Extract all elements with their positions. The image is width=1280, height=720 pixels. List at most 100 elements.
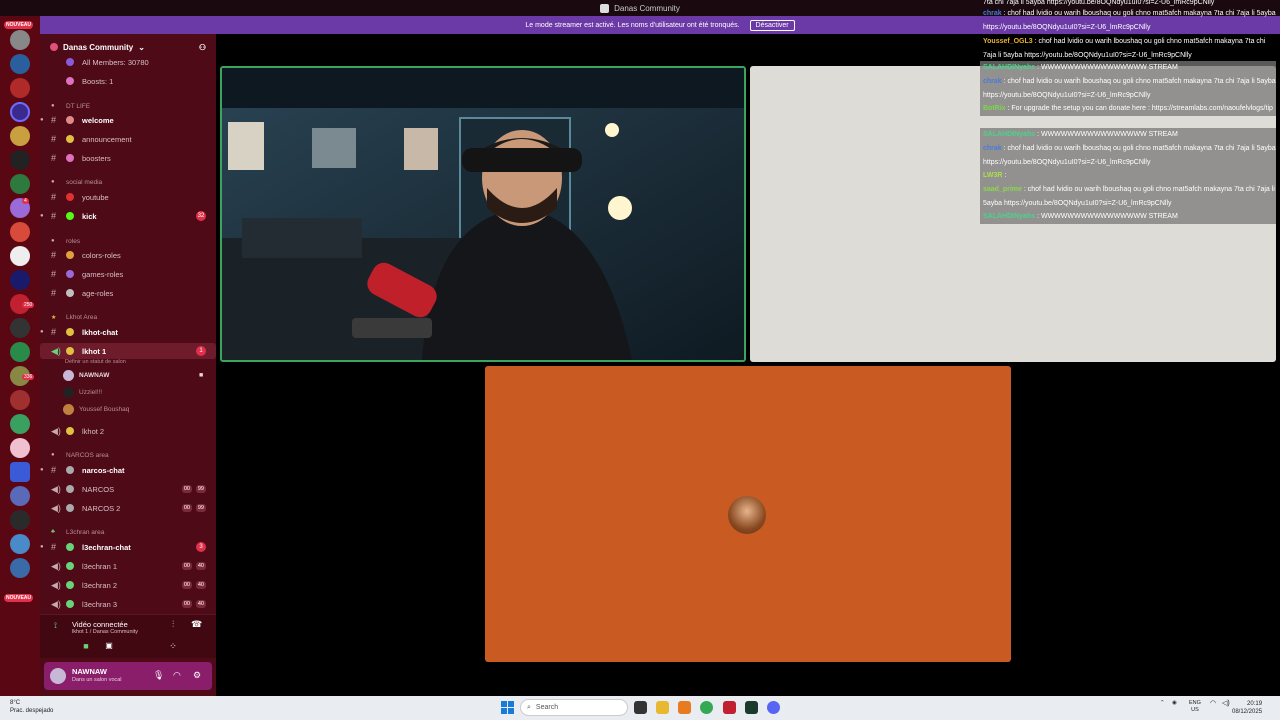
user-name: NAWNAW xyxy=(72,667,107,676)
voice-user[interactable]: NAWNAW ■ xyxy=(63,368,203,382)
server-folder-icon[interactable] xyxy=(10,462,30,482)
server-icon[interactable] xyxy=(10,390,30,410)
channel-list: All Members: 30780 Boosts: 1 ● DT LIFE ● #… xyxy=(40,58,216,640)
channel-age-roles[interactable]: # age-roles xyxy=(40,285,216,301)
channel-announcement[interactable]: # announcement xyxy=(40,131,216,147)
voice-channel-narcos[interactable]: ◀) NARCOS 00 99 xyxy=(40,481,216,497)
file-explorer-icon[interactable] xyxy=(656,701,669,714)
channel-status-hint[interactable]: Définir un statut de salon xyxy=(65,359,126,365)
voice-channel-narcos-2[interactable]: ◀) NARCOS 2 00 99 xyxy=(40,500,216,516)
screen-share-icon[interactable]: ▣ xyxy=(102,641,116,653)
star-icon xyxy=(66,347,74,355)
channel-narcos-chat[interactable]: ● # narcos-chat xyxy=(40,462,216,478)
channel-colors-roles[interactable]: # colors-roles xyxy=(40,247,216,263)
chat-username[interactable]: chrak xyxy=(983,78,1002,85)
banner-text: Le mode streamer est activé. Les noms d'… xyxy=(525,21,740,29)
chrome-icon[interactable] xyxy=(700,701,713,714)
server-icon[interactable] xyxy=(10,222,30,242)
chat-username[interactable]: SALAHDINyahs xyxy=(983,213,1035,220)
video-tile-camera[interactable] xyxy=(220,66,746,362)
channel-games-roles[interactable]: # games-roles xyxy=(40,266,216,282)
avatar xyxy=(63,403,74,415)
weather-widget[interactable]: 8°C Prac. despejado xyxy=(10,699,53,715)
chat-username[interactable]: chrak xyxy=(983,145,1002,152)
server-icon[interactable] xyxy=(10,270,30,290)
chat-username[interactable]: BotRix xyxy=(983,105,1006,112)
noise-suppression-icon[interactable]: ⫶ xyxy=(172,619,174,630)
chat-text: : WWWWWWWWWWWWWWWW STREAM xyxy=(1037,213,1178,220)
channel-kick[interactable]: ● # kick 32 xyxy=(40,208,216,224)
star-icon xyxy=(66,328,74,336)
server-icon[interactable] xyxy=(10,318,30,338)
channel-l3echran-chat[interactable]: ● # l3echran-chat 3 xyxy=(40,539,216,555)
discord-icon[interactable] xyxy=(767,701,780,714)
server-icon[interactable] xyxy=(10,342,30,362)
wifi-icon[interactable]: ◠ xyxy=(1210,700,1216,707)
category-social-media[interactable]: ● social media xyxy=(40,174,216,190)
activities-icon[interactable]: ⁘ xyxy=(166,641,180,653)
star-icon: ★ xyxy=(51,314,57,321)
disable-streamer-mode-button[interactable]: Désactiver xyxy=(749,19,795,31)
chat-username[interactable]: SALAHDINyahs xyxy=(983,64,1035,71)
category-icon: ● xyxy=(51,452,55,458)
avatar xyxy=(63,386,74,398)
server-icon[interactable] xyxy=(10,102,30,122)
chat-message: saad_prime : chof had lvidio ou warih lb… xyxy=(980,183,1276,210)
server-icon[interactable] xyxy=(10,246,30,266)
gear-icon[interactable]: ⚙ xyxy=(193,670,201,681)
server-icon[interactable] xyxy=(10,126,30,146)
chat-username[interactable]: SALAHDINyahs xyxy=(983,131,1035,138)
server-icon[interactable] xyxy=(10,150,30,170)
server-icon[interactable] xyxy=(10,78,30,98)
server-icon[interactable] xyxy=(10,534,30,554)
channel-welcome[interactable]: ● # welcome xyxy=(40,112,216,128)
server-icon[interactable] xyxy=(10,414,30,434)
youtube-icon xyxy=(66,193,74,201)
system-clock[interactable]: 20:19 08/12/2025 xyxy=(1232,700,1262,716)
voice-user[interactable]: Uzziel!!! xyxy=(63,385,102,399)
chat-username[interactable]: LW3R xyxy=(983,172,1002,179)
microphone-icon[interactable]: 🎙︎ xyxy=(153,670,164,681)
camera-icon[interactable]: ■ xyxy=(36,641,136,653)
invite-user-icon[interactable]: ⚇ xyxy=(199,43,206,52)
channel-boosters[interactable]: # boosters xyxy=(40,150,216,166)
terminal-icon[interactable] xyxy=(745,701,758,714)
avatar[interactable] xyxy=(50,668,66,684)
channel-youtube[interactable]: # youtube xyxy=(40,189,216,205)
server-icon[interactable] xyxy=(10,558,30,578)
server-icon[interactable] xyxy=(10,510,30,530)
user-panel: NAWNAW Dans un salon vocal 🎙︎ ◠ ⚙ xyxy=(44,662,212,690)
voice-channel-l3echran-3[interactable]: ◀) l3echran 3 00 40 xyxy=(40,596,216,612)
channel-lkhot-chat[interactable]: ● # lkhot-chat xyxy=(40,324,216,340)
server-icon[interactable] xyxy=(10,30,30,50)
server-icon[interactable] xyxy=(10,54,30,74)
windows-start-icon[interactable] xyxy=(501,701,514,714)
video-tile-user[interactable] xyxy=(485,366,1011,662)
language-indicator[interactable]: ENG US xyxy=(1189,700,1201,714)
app-icon[interactable] xyxy=(723,701,736,714)
taskbar-search-input[interactable]: ⌕ Search xyxy=(520,699,628,716)
voice-channel-l3echran-2[interactable]: ◀) l3echran 2 00 40 xyxy=(40,577,216,593)
server-icon[interactable] xyxy=(10,174,30,194)
voice-location[interactable]: lkhot 1 / Danas Community xyxy=(72,629,138,635)
headphones-icon[interactable]: ◠ xyxy=(173,670,181,681)
category-lkhot-area[interactable]: ★ Lkhot Area xyxy=(40,309,216,325)
category-l3chran-area[interactable]: ♣ L3chran area xyxy=(40,524,216,540)
category-narcos-area[interactable]: ● NARCOS area xyxy=(40,447,216,463)
chat-username[interactable]: chrak xyxy=(983,10,1002,17)
voice-channel-l3echran-1[interactable]: ◀) l3echran 1 00 40 xyxy=(40,558,216,574)
voice-channel-lkhot-1[interactable]: ◀) lkhot 11 xyxy=(40,343,216,359)
voice-user[interactable]: Youssef Boushaq xyxy=(63,402,129,416)
server-icon[interactable] xyxy=(10,438,30,458)
task-view-icon[interactable] xyxy=(634,701,647,714)
tray-chevron-icon[interactable]: ⌃ xyxy=(1160,700,1165,707)
disconnect-icon[interactable]: ☎ xyxy=(191,619,202,630)
chat-username[interactable]: saad_prime xyxy=(983,186,1022,193)
chat-username[interactable]: Youssef_OGL3 xyxy=(983,38,1033,45)
tray-app-icon[interactable]: ◉ xyxy=(1172,700,1177,707)
server-icon[interactable] xyxy=(10,486,30,506)
volume-icon[interactable]: ◁) xyxy=(1222,700,1230,707)
server-boost-icon xyxy=(50,43,58,51)
app-icon[interactable] xyxy=(678,701,691,714)
voice-channel-lkhot-2[interactable]: ◀) lkhot 2 xyxy=(40,423,216,439)
